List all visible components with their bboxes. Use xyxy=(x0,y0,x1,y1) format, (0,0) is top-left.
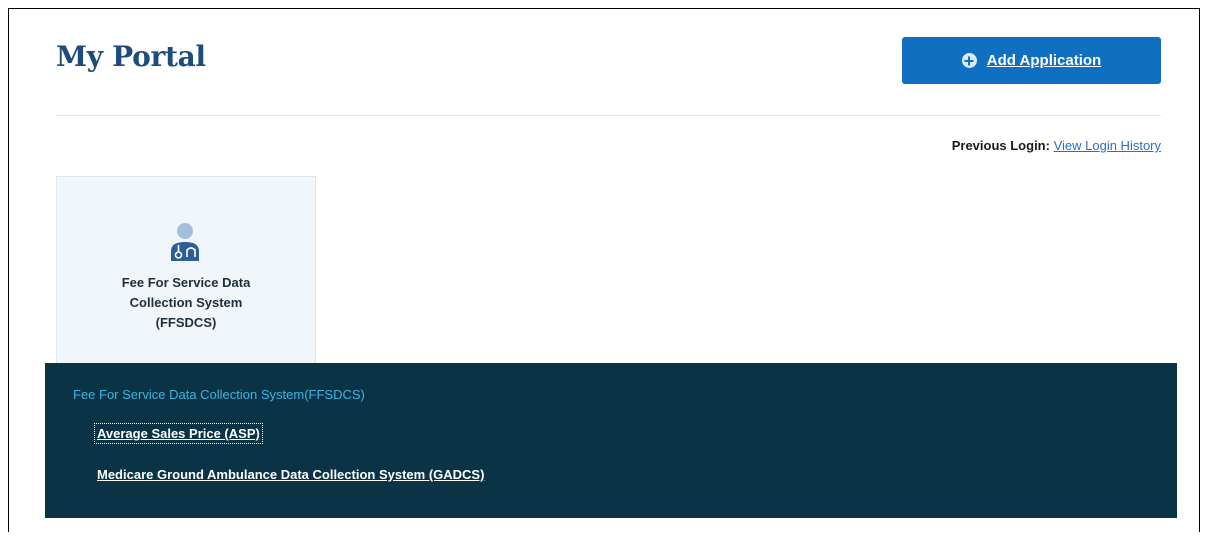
gadcs-link[interactable]: Medicare Ground Ambulance Data Collectio… xyxy=(97,467,484,482)
header-divider xyxy=(56,115,1161,116)
dropdown-title: Fee For Service Data Collection System(F… xyxy=(73,387,365,402)
asp-link[interactable]: Average Sales Price (ASP) xyxy=(94,423,263,444)
view-login-history-link[interactable]: View Login History xyxy=(1054,138,1161,153)
previous-login: Previous Login: View Login History xyxy=(952,138,1161,153)
app-card-name-line: Fee For Service Data xyxy=(121,275,251,290)
plus-circle-icon xyxy=(961,53,977,68)
previous-login-label: Previous Login: xyxy=(951,138,1050,153)
app-card-name-line: (FFSDCS) xyxy=(155,315,217,330)
doctor-icon xyxy=(171,223,199,261)
page-title: My Portal xyxy=(56,40,206,73)
app-card-name-line: Collection System xyxy=(129,295,243,310)
app-dropdown-panel: Fee For Service Data Collection System(F… xyxy=(45,363,1177,518)
app-card-ffsdcs[interactable]: Fee For Service Data Collection System (… xyxy=(56,176,316,364)
app-card-name: Fee For Service Data Collection System (… xyxy=(57,273,315,333)
add-application-button[interactable]: Add Application xyxy=(902,37,1161,84)
add-application-label: Add Application xyxy=(986,52,1102,69)
